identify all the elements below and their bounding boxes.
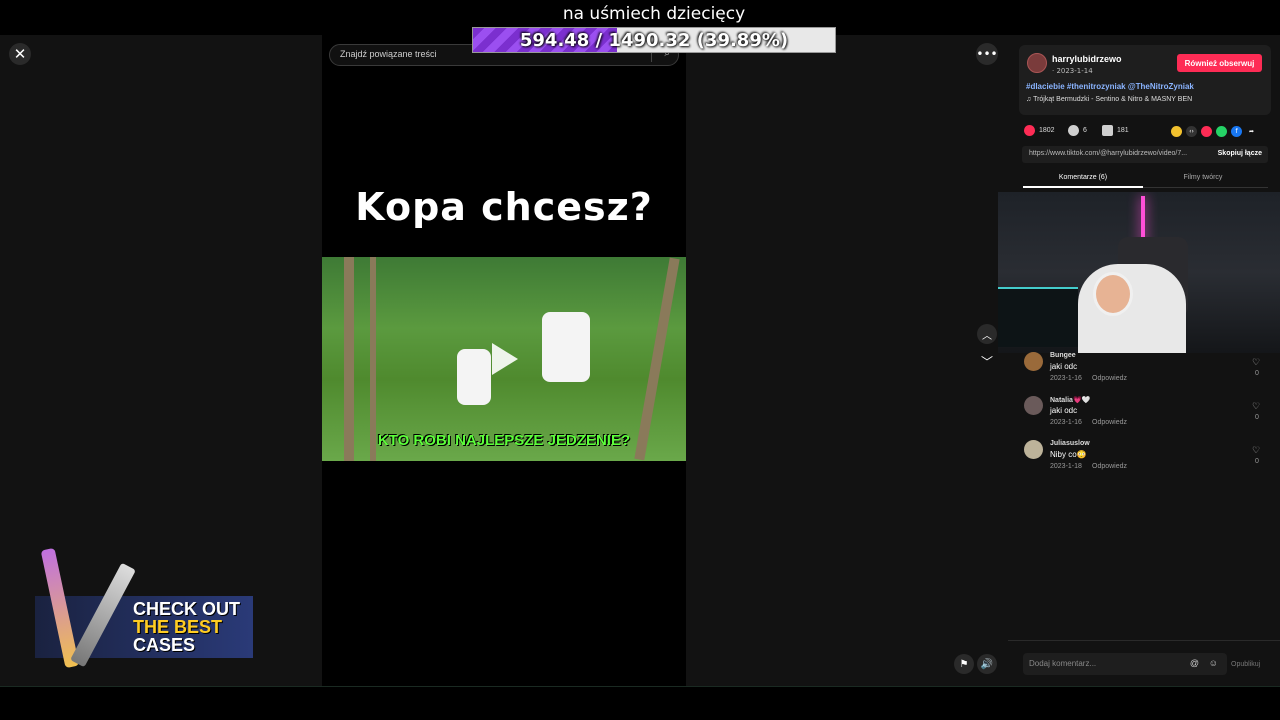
- embed-icon[interactable]: ‹›: [1186, 126, 1197, 137]
- streamer-body: [1078, 264, 1186, 353]
- goal-progress-bar: 594.48 / 1490.32 (39.89%): [472, 27, 836, 53]
- composer-divider: [1008, 640, 1280, 641]
- close-icon[interactable]: ✕: [9, 43, 31, 65]
- comment-text: jaki odc: [1050, 406, 1078, 415]
- music-link[interactable]: ♫ Trójkąt Bermudzki - Sentino & Nitro & …: [1026, 96, 1192, 103]
- saves-stat[interactable]: 181: [1102, 125, 1129, 136]
- comment-user[interactable]: Juliasuslow: [1050, 440, 1090, 447]
- chevron-up-icon[interactable]: ︿: [977, 324, 997, 344]
- heart-outline-icon[interactable]: ♡: [1252, 445, 1260, 456]
- comment-avatar[interactable]: [1024, 396, 1043, 415]
- author-name[interactable]: harrylubidrzewo: [1052, 54, 1122, 64]
- hashtags[interactable]: #dlaciebie #thenitrozyniak @TheNitroZyni…: [1026, 82, 1194, 91]
- report-icon[interactable]: ⚑: [954, 654, 974, 674]
- more-options-icon[interactable]: •••: [976, 43, 998, 65]
- bottom-bar: [0, 686, 1280, 720]
- publish-button[interactable]: Opublikuj: [1231, 661, 1260, 668]
- comments-stat[interactable]: 6: [1068, 125, 1087, 136]
- tab-comments[interactable]: Komentarze (6): [1023, 174, 1143, 188]
- mention-icon[interactable]: @: [1190, 658, 1199, 668]
- ad-line-3: CASES: [133, 635, 196, 655]
- comment-item: Juliasuslow Niby co😳 2023-1-18 Odpowiedz…: [1024, 440, 1264, 480]
- whatsapp-icon[interactable]: [1216, 126, 1227, 137]
- copy-link-button[interactable]: Skopiuj łącze: [1218, 150, 1262, 157]
- comment-avatar[interactable]: [1024, 352, 1043, 371]
- video-link[interactable]: https://www.tiktok.com/@harrylubidrzewo/…: [1022, 146, 1268, 163]
- ad-line-1: CHECK OUT: [133, 599, 240, 619]
- send-icon[interactable]: [1201, 126, 1212, 137]
- facebook-icon[interactable]: f: [1231, 126, 1242, 137]
- volume-icon[interactable]: 🔊: [977, 654, 997, 674]
- share-row: ‹› f ➦: [1171, 126, 1257, 137]
- coin-icon[interactable]: [1171, 126, 1182, 137]
- swing-post-left-2: [370, 257, 376, 461]
- stream-frame: ✕ Znajdź powiązane treści ⌕ Kopa chcesz?…: [0, 0, 1280, 720]
- reply-link[interactable]: Odpowiedz: [1092, 463, 1127, 470]
- comment-date: 2023-1-16: [1050, 419, 1082, 426]
- author-date: · 2023-1-14: [1052, 67, 1093, 75]
- comment-user[interactable]: Bungee: [1050, 352, 1076, 359]
- author-avatar[interactable]: [1027, 53, 1047, 73]
- play-icon[interactable]: [492, 343, 518, 375]
- chevron-down-icon[interactable]: ﹀: [977, 351, 997, 371]
- case-ad-banner[interactable]: CHECK OUT THE BEST CASES: [35, 540, 253, 669]
- follow-button[interactable]: Również obserwuj: [1177, 54, 1262, 72]
- comment-text: Niby co😳: [1050, 450, 1087, 459]
- streamer-webcam: [998, 192, 1280, 353]
- swing-post-right: [634, 257, 680, 461]
- progress-text: 594.48 / 1490.32 (39.89%): [519, 30, 789, 51]
- reply-link[interactable]: Odpowiedz: [1092, 419, 1127, 426]
- ad-line-2: THE BEST: [133, 617, 223, 637]
- comment-like-count: 0: [1255, 414, 1259, 421]
- ad-text: CHECK OUT THE BEST CASES: [133, 600, 240, 654]
- heart-outline-icon[interactable]: ♡: [1252, 401, 1260, 412]
- video-url: https://www.tiktok.com/@harrylubidrzewo/…: [1029, 150, 1188, 157]
- overlay-title: na uśmiech dziecięcy: [562, 4, 746, 24]
- video-heading: Kopa chcesz?: [355, 185, 653, 229]
- comment-input[interactable]: Dodaj komentarz... @ ☺: [1023, 653, 1227, 675]
- heart-icon: [1024, 125, 1035, 136]
- comment-like-count: 0: [1255, 458, 1259, 465]
- comment-item: Bungee jaki odc 2023-1-16 Odpowiedz ♡ 0: [1024, 352, 1264, 392]
- comment-date: 2023-1-16: [1050, 375, 1082, 382]
- bookmark-icon: [1102, 125, 1113, 136]
- tab-creator-videos[interactable]: Filmy twórcy: [1143, 174, 1263, 181]
- comment-user[interactable]: Natalia💗🤍: [1050, 396, 1090, 404]
- video-column: Znajdź powiązane treści ⌕ Kopa chcesz? K…: [322, 35, 686, 686]
- likes-stat[interactable]: 1802: [1024, 125, 1055, 136]
- video-thumbnail[interactable]: KTO ROBI NAJLEPSZE JEDZENIE?: [322, 257, 686, 461]
- search-placeholder: Znajdź powiązane treści: [340, 49, 437, 59]
- comment-date: 2023-1-18: [1050, 463, 1082, 470]
- comment-like-count: 0: [1255, 370, 1259, 377]
- comment-placeholder: Dodaj komentarz...: [1029, 659, 1097, 668]
- comments-count: 6: [1083, 127, 1087, 134]
- author-card: harrylubidrzewo · 2023-1-14 Również obse…: [1019, 45, 1271, 115]
- tabs: Komentarze (6) Filmy twórcy: [1023, 172, 1268, 188]
- swing-post-left: [344, 257, 354, 461]
- comment-item: Natalia💗🤍 jaki odc 2023-1-16 Odpowiedz ♡…: [1024, 396, 1264, 436]
- reply-link[interactable]: Odpowiedz: [1092, 375, 1127, 382]
- child-figure: [457, 349, 491, 405]
- streamer-head: [1093, 272, 1133, 316]
- share-arrow-icon[interactable]: ➦: [1246, 126, 1257, 137]
- saves-count: 181: [1117, 127, 1129, 134]
- video-caption: KTO ROBI NAJLEPSZE JEDZENIE?: [377, 432, 631, 449]
- comment-text: jaki odc: [1050, 362, 1078, 371]
- comment-icon: [1068, 125, 1079, 136]
- desk-shelf: [998, 287, 1078, 347]
- likes-count: 1802: [1039, 127, 1055, 134]
- comment-avatar[interactable]: [1024, 440, 1043, 459]
- adult-figure: [542, 312, 590, 382]
- heart-outline-icon[interactable]: ♡: [1252, 357, 1260, 368]
- emoji-icon[interactable]: ☺: [1209, 658, 1218, 668]
